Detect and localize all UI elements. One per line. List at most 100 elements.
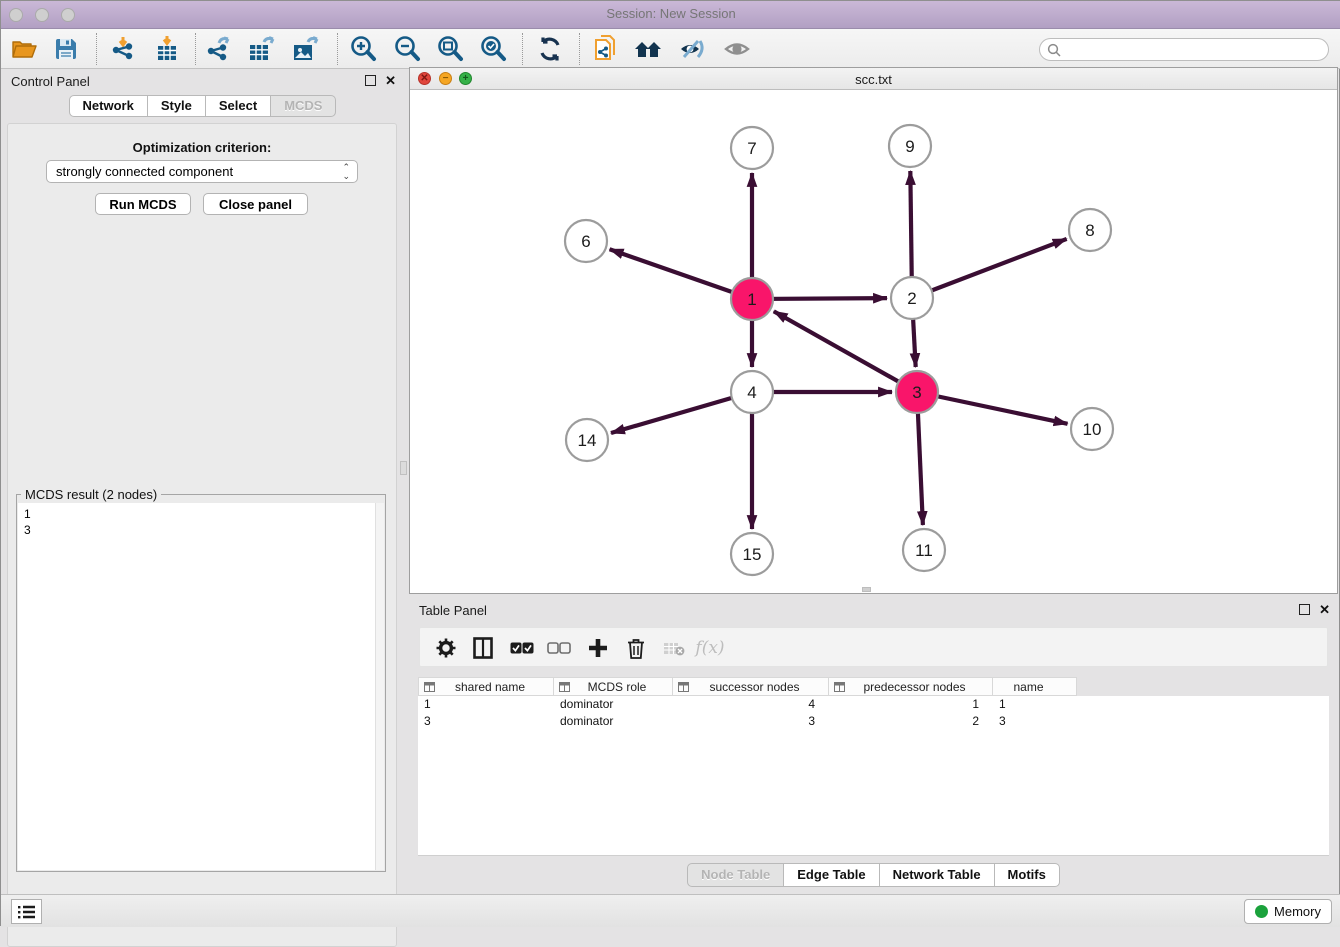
graph-edge-2-8[interactable] bbox=[912, 239, 1067, 298]
delete-table-icon[interactable] bbox=[658, 632, 690, 664]
network-canvas-svg[interactable]: 1234678910111415 bbox=[410, 90, 1337, 593]
mcds-result-group: MCDS result (2 nodes) 1 3 bbox=[16, 494, 386, 872]
optimization-criterion-label: Optimization criterion: bbox=[8, 140, 396, 155]
graph-node-label-6: 6 bbox=[581, 232, 590, 251]
import-network-icon[interactable] bbox=[105, 32, 141, 66]
tab-mcds[interactable]: MCDS bbox=[271, 95, 336, 117]
search-input[interactable] bbox=[1061, 39, 1328, 60]
column-header-predecessor-nodes[interactable]: predecessor nodes bbox=[829, 677, 993, 696]
table-tabs: Node TableEdge TableNetwork TableMotifs bbox=[409, 863, 1338, 887]
table-panel-float-icon[interactable] bbox=[1299, 604, 1310, 615]
close-panel-button[interactable]: Close panel bbox=[203, 193, 308, 215]
tab-motifs[interactable]: Motifs bbox=[995, 863, 1060, 887]
criterion-dropdown[interactable]: strongly connected component ⌃⌄ bbox=[46, 160, 358, 183]
table-cell[interactable]: 1 bbox=[829, 696, 993, 713]
table-cell[interactable]: 3 bbox=[418, 713, 554, 730]
table-row[interactable]: 1dominator411 bbox=[418, 696, 1329, 713]
graph-node-label-14: 14 bbox=[578, 431, 597, 450]
table-panel-close-icon[interactable]: ✕ bbox=[1319, 604, 1330, 615]
control-panel-close-icon[interactable]: ✕ bbox=[385, 75, 396, 86]
graph-node-label-11: 11 bbox=[915, 541, 933, 560]
mcds-result-title: MCDS result (2 nodes) bbox=[21, 487, 161, 502]
search-icon bbox=[1047, 43, 1061, 57]
run-mcds-button[interactable]: Run MCDS bbox=[95, 193, 191, 215]
import-table-icon[interactable] bbox=[149, 32, 185, 66]
export-image-icon[interactable] bbox=[288, 32, 324, 66]
table-cell[interactable]: 1 bbox=[418, 696, 554, 713]
first-neighbors-icon[interactable] bbox=[631, 32, 667, 66]
function-builder-icon[interactable]: f(x) bbox=[694, 632, 726, 664]
table-cell[interactable]: 4 bbox=[673, 696, 829, 713]
delete-column-icon[interactable] bbox=[620, 632, 652, 664]
memory-status-icon bbox=[1255, 905, 1268, 918]
save-session-icon[interactable] bbox=[48, 32, 84, 66]
table-row[interactable]: 3dominator323 bbox=[418, 713, 1329, 730]
graph-node-label-3: 3 bbox=[912, 383, 921, 402]
column-header-name[interactable]: name bbox=[993, 677, 1077, 696]
network-list-icon[interactable] bbox=[11, 899, 42, 924]
network-window-titlebar[interactable]: ✕ − + scc.txt bbox=[410, 68, 1337, 90]
column-header-shared-name[interactable]: shared name bbox=[418, 677, 554, 696]
zoom-selected-icon[interactable] bbox=[475, 32, 511, 66]
node-table: shared nameMCDS rolesuccessor nodesprede… bbox=[418, 677, 1329, 856]
column-header-successor-nodes[interactable]: successor nodes bbox=[673, 677, 829, 696]
graph-edge-1-6[interactable] bbox=[610, 249, 752, 299]
table-cell[interactable]: 3 bbox=[993, 713, 1077, 730]
app-title: Session: New Session bbox=[1, 6, 1340, 21]
zoom-in-icon[interactable] bbox=[345, 32, 381, 66]
table-cell[interactable]: 1 bbox=[993, 696, 1077, 713]
app-titlebar: Session: New Session bbox=[1, 1, 1340, 29]
graph-node-label-9: 9 bbox=[905, 137, 914, 156]
deselect-all-icon[interactable] bbox=[543, 632, 575, 664]
refresh-icon[interactable] bbox=[532, 32, 568, 66]
graph-node-label-10: 10 bbox=[1083, 420, 1102, 439]
tab-network-table[interactable]: Network Table bbox=[880, 863, 995, 887]
mcds-panel: Optimization criterion: strongly connect… bbox=[7, 123, 397, 947]
control-panel-tabs: NetworkStyleSelectMCDS bbox=[1, 95, 404, 117]
gear-icon[interactable] bbox=[430, 632, 462, 664]
memory-button[interactable]: Memory bbox=[1244, 899, 1332, 924]
table-body: 1dominator4113dominator323 bbox=[418, 696, 1329, 856]
control-panel: Control Panel ✕ NetworkStyleSelectMCDS O… bbox=[1, 69, 404, 894]
tab-edge-table[interactable]: Edge Table bbox=[784, 863, 879, 887]
graph-node-label-1: 1 bbox=[747, 290, 756, 309]
table-cell[interactable]: dominator bbox=[554, 696, 673, 713]
mcds-result-scrollbar[interactable] bbox=[375, 503, 384, 870]
table-cell[interactable]: dominator bbox=[554, 713, 673, 730]
tab-node-table[interactable]: Node Table bbox=[687, 863, 784, 887]
column-header-MCDS-role[interactable]: MCDS role bbox=[554, 677, 673, 696]
canvas-scroll-thumb[interactable] bbox=[862, 587, 871, 592]
tab-network[interactable]: Network bbox=[69, 95, 148, 117]
graph-edge-3-10[interactable] bbox=[917, 392, 1068, 424]
select-all-icon[interactable] bbox=[506, 632, 538, 664]
open-session-icon[interactable] bbox=[6, 32, 42, 66]
mcds-result-list[interactable]: 1 3 bbox=[18, 503, 384, 870]
network-window-title: scc.txt bbox=[410, 72, 1337, 87]
add-column-icon[interactable] bbox=[582, 632, 614, 664]
control-panel-title: Control Panel bbox=[11, 74, 90, 89]
show-all-icon[interactable] bbox=[720, 32, 756, 66]
tab-select[interactable]: Select bbox=[206, 95, 271, 117]
graph-node-label-4: 4 bbox=[747, 383, 756, 402]
application-window: Session: New Session bbox=[0, 0, 1340, 926]
zoom-out-icon[interactable] bbox=[389, 32, 425, 66]
panel-splitter-handle[interactable] bbox=[400, 461, 407, 475]
control-panel-float-icon[interactable] bbox=[365, 75, 376, 86]
dropdown-stepper-icon: ⌃⌄ bbox=[342, 163, 350, 181]
main-toolbar bbox=[1, 29, 1340, 69]
export-network-icon[interactable] bbox=[201, 32, 237, 66]
table-cell[interactable]: 2 bbox=[829, 713, 993, 730]
memory-label: Memory bbox=[1274, 904, 1321, 919]
graph-node-label-15: 15 bbox=[743, 545, 762, 564]
hide-selected-icon[interactable] bbox=[675, 32, 711, 66]
graph-edge-3-1[interactable] bbox=[774, 311, 917, 392]
new-network-from-selection-icon[interactable] bbox=[588, 32, 624, 66]
column-view-icon[interactable] bbox=[467, 632, 499, 664]
criterion-dropdown-value: strongly connected component bbox=[56, 164, 233, 179]
table-cell[interactable]: 3 bbox=[673, 713, 829, 730]
network-view-window: ✕ − + scc.txt 1234678910111415 bbox=[409, 67, 1338, 594]
export-table-icon[interactable] bbox=[244, 32, 280, 66]
graph-node-label-2: 2 bbox=[907, 289, 916, 308]
zoom-fit-icon[interactable] bbox=[432, 32, 468, 66]
tab-style[interactable]: Style bbox=[148, 95, 206, 117]
